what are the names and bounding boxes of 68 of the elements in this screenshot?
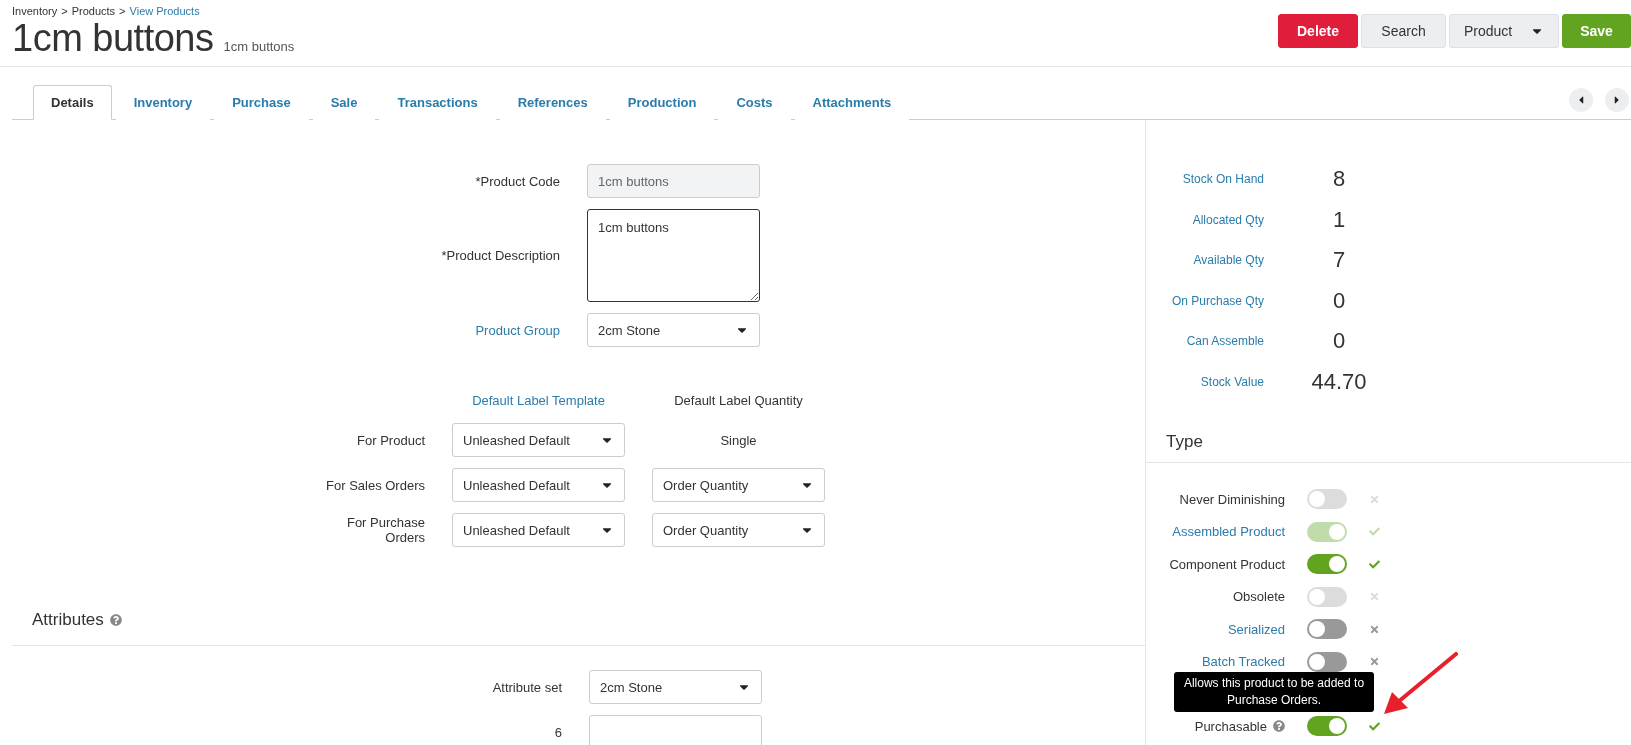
stat-label[interactable]: Stock Value — [1166, 374, 1264, 389]
toggle-switch[interactable] — [1307, 619, 1347, 640]
flag-label: Purchasable — [1194, 718, 1267, 734]
scroll-right-button[interactable] — [1605, 88, 1629, 112]
breadcrumb-separator: > — [61, 5, 68, 17]
stat-label[interactable]: Can Assemble — [1166, 334, 1264, 349]
text-field[interactable] — [589, 715, 762, 745]
tab[interactable]: Details — [33, 85, 112, 120]
dropdown-button[interactable]: Product — [1449, 14, 1559, 48]
stat-label[interactable]: On Purchase Qty — [1166, 293, 1264, 308]
stat-value: 7 — [1331, 247, 1347, 274]
action-button[interactable]: Save — [1562, 14, 1631, 48]
toggle-switch[interactable] — [1307, 651, 1347, 672]
tooltip: Allows this product to be added to Purchase Orders. — [1174, 671, 1374, 712]
flag-label-link[interactable]: Serialized — [1227, 621, 1285, 637]
field-label: *Product Code — [474, 173, 560, 189]
stat-label[interactable]: Allocated Qty — [1166, 212, 1264, 227]
page-subtitle: 1cm buttons — [223, 39, 295, 54]
section-title: Attributes — [32, 609, 104, 630]
breadcrumb-item: Inventory — [12, 5, 58, 17]
row-label: For Purchase Orders — [345, 515, 425, 545]
cross-icon — [1369, 623, 1380, 635]
stat-value: 0 — [1331, 287, 1347, 314]
action-button[interactable]: Search — [1361, 14, 1446, 48]
field-label-link[interactable]: Product Group — [12, 322, 560, 338]
cross-icon — [1369, 493, 1380, 505]
scroll-left-button[interactable] — [1569, 88, 1593, 112]
quantity-value: Single — [719, 432, 758, 448]
stat-label[interactable]: Available Qty — [1166, 253, 1264, 268]
dropdown[interactable]: 2cm Stone — [589, 670, 762, 704]
cross-icon — [1369, 656, 1380, 668]
stat-value: 8 — [1331, 166, 1347, 193]
check-icon — [1369, 558, 1380, 570]
stat-value: 1 — [1331, 206, 1347, 233]
action-button[interactable]: Delete — [1278, 14, 1358, 48]
toggle-switch[interactable] — [1307, 716, 1347, 737]
check-icon — [1369, 720, 1380, 732]
flag-label: Component Product — [1169, 556, 1285, 572]
check-icon — [1369, 526, 1380, 538]
help-icon[interactable] — [109, 613, 122, 626]
row-label: For Sales Orders — [325, 477, 425, 493]
dropdown[interactable]: Order Quantity — [652, 468, 825, 502]
dropdown[interactable]: Order Quantity — [652, 513, 825, 547]
stat-value: 0 — [1331, 328, 1347, 355]
column-heading-link[interactable]: Default Label Template — [452, 393, 625, 408]
stat-value: 44.70 — [1310, 368, 1368, 395]
field-label: 6 — [553, 724, 562, 740]
breadcrumb-link[interactable]: View Products — [129, 5, 200, 17]
stat-label[interactable]: Stock On Hand — [1166, 172, 1264, 187]
field-label: *Product Description — [440, 248, 560, 263]
flag-label-link[interactable]: Batch Tracked — [1201, 654, 1285, 670]
flag-label: Obsolete — [1232, 589, 1285, 605]
field-label: Attribute set — [491, 679, 562, 695]
flag-label: Never Diminishing — [1179, 491, 1285, 507]
dropdown[interactable]: Unleashed Default — [452, 468, 625, 502]
column-heading: Default Label Quantity — [673, 393, 804, 408]
description-field[interactable]: 1cm buttons — [587, 209, 760, 302]
help-icon[interactable] — [1273, 720, 1285, 733]
toggle-switch[interactable] — [1307, 554, 1347, 575]
cross-icon — [1369, 591, 1380, 603]
dropdown[interactable]: 2cm Stone — [587, 313, 760, 347]
breadcrumb-item: Products — [71, 5, 116, 17]
dropdown[interactable]: Unleashed Default — [452, 513, 625, 547]
breadcrumb-separator: > — [119, 5, 126, 17]
row-label: For Product — [356, 432, 425, 448]
section-title: Type — [1166, 431, 1203, 452]
dropdown[interactable]: Unleashed Default — [452, 423, 625, 457]
page-title: 1cm buttons — [12, 17, 214, 60]
